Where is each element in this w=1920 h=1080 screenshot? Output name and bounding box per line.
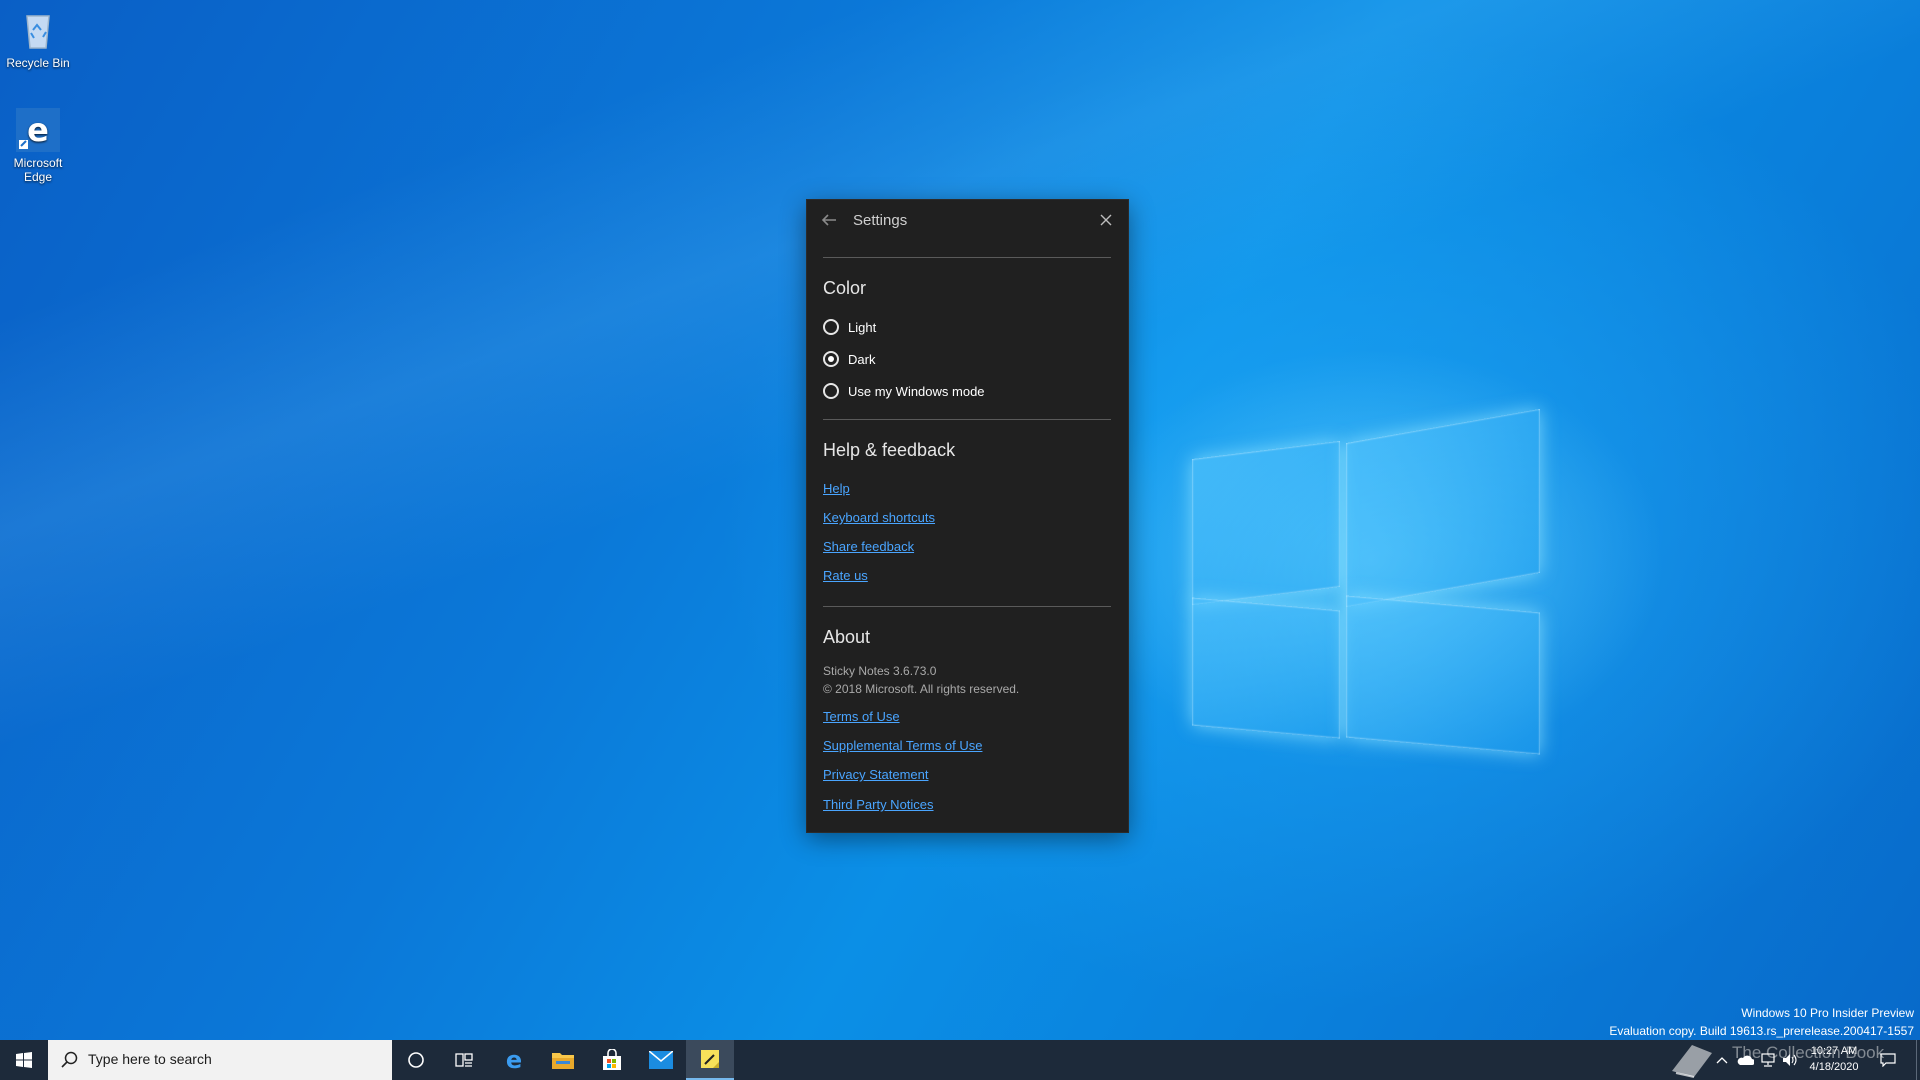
desktop-icon-microsoft-edge[interactable]: e Microsoft Edge bbox=[0, 108, 76, 184]
radio-light[interactable]: Light bbox=[823, 317, 876, 337]
task-view-button[interactable] bbox=[440, 1040, 488, 1080]
radio-label: Light bbox=[848, 319, 877, 335]
svg-text:e: e bbox=[27, 111, 49, 149]
svg-text:e: e bbox=[506, 1048, 522, 1072]
close-icon[interactable] bbox=[1095, 210, 1117, 232]
search-placeholder: Type here to search bbox=[88, 1051, 212, 1067]
search-icon bbox=[60, 1050, 80, 1070]
cortana-button[interactable] bbox=[392, 1040, 440, 1080]
store-icon bbox=[603, 1049, 621, 1070]
book-logo-icon bbox=[1672, 1045, 1712, 1078]
build-watermark-line1: Windows 10 Pro Insider Preview bbox=[1741, 1006, 1914, 1020]
taskbar-sticky-notes[interactable] bbox=[686, 1040, 734, 1080]
divider bbox=[823, 606, 1111, 607]
taskbar-file-explorer[interactable] bbox=[539, 1040, 587, 1080]
back-arrow-icon[interactable] bbox=[819, 210, 841, 232]
copyright-text: © 2018 Microsoft. All rights reserved. bbox=[823, 682, 1020, 696]
link-rate-us[interactable]: Rate us bbox=[823, 568, 868, 583]
taskbar-mail[interactable] bbox=[637, 1040, 685, 1080]
radio-button-icon bbox=[823, 319, 839, 335]
recycle-bin-icon bbox=[16, 8, 60, 52]
start-icon bbox=[16, 1052, 32, 1068]
link-supplemental-terms[interactable]: Supplemental Terms of Use bbox=[823, 738, 982, 753]
edge-icon: e bbox=[506, 1048, 522, 1072]
file-explorer-icon bbox=[552, 1053, 574, 1069]
radio-windows-mode[interactable]: Use my Windows mode bbox=[823, 381, 985, 401]
windows-logo-wallpaper bbox=[1192, 408, 1544, 782]
edge-icon: e bbox=[16, 108, 60, 152]
cortana-icon bbox=[408, 1052, 424, 1068]
taskbar-edge[interactable]: e bbox=[490, 1040, 538, 1080]
link-keyboard-shortcuts[interactable]: Keyboard shortcuts bbox=[823, 510, 935, 525]
link-share-feedback[interactable]: Share feedback bbox=[823, 539, 914, 554]
show-desktop-button[interactable] bbox=[1912, 1040, 1920, 1080]
divider bbox=[823, 419, 1111, 420]
link-privacy-statement[interactable]: Privacy Statement bbox=[823, 767, 929, 782]
task-view-icon bbox=[455, 1053, 473, 1067]
watermark-overlay-text: The Collection Book bbox=[1732, 1043, 1885, 1062]
settings-panel: Settings Color Light Dark Use my Windows… bbox=[807, 200, 1128, 832]
link-third-party-notices[interactable]: Third Party Notices bbox=[823, 797, 934, 812]
section-heading-color: Color bbox=[823, 278, 867, 298]
settings-title: Settings bbox=[853, 212, 908, 229]
sticky-notes-icon bbox=[701, 1050, 719, 1068]
section-heading-about: About bbox=[823, 627, 871, 647]
build-watermark-line2: Evaluation copy. Build 19613.rs_prerelea… bbox=[1609, 1024, 1914, 1038]
desktop-icon-label: Recycle Bin bbox=[6, 56, 70, 70]
radio-label: Use my Windows mode bbox=[848, 383, 985, 399]
start-button[interactable] bbox=[0, 1040, 48, 1080]
app-version: Sticky Notes 3.6.73.0 bbox=[823, 664, 937, 678]
radio-button-icon bbox=[823, 383, 839, 399]
desktop-icon-recycle-bin[interactable]: Recycle Bin bbox=[0, 8, 76, 70]
mail-icon bbox=[649, 1051, 673, 1069]
divider bbox=[823, 257, 1111, 258]
desktop-icon-label: Microsoft Edge bbox=[13, 156, 63, 184]
taskbar-store[interactable] bbox=[588, 1040, 636, 1080]
section-heading-help: Help & feedback bbox=[823, 440, 956, 460]
radio-button-selected-icon bbox=[823, 351, 839, 367]
taskbar-search-box[interactable]: Type here to search bbox=[48, 1040, 392, 1080]
taskbar: Type here to search e 10:27 AM 4/18/2020 bbox=[0, 1040, 1920, 1080]
link-terms-of-use[interactable]: Terms of Use bbox=[823, 709, 900, 724]
radio-dark[interactable]: Dark bbox=[823, 349, 875, 369]
radio-label: Dark bbox=[848, 351, 876, 367]
settings-header: Settings bbox=[807, 200, 1128, 242]
link-help[interactable]: Help bbox=[823, 481, 850, 496]
collection-book-watermark: The Collection Book bbox=[1668, 1039, 1898, 1079]
